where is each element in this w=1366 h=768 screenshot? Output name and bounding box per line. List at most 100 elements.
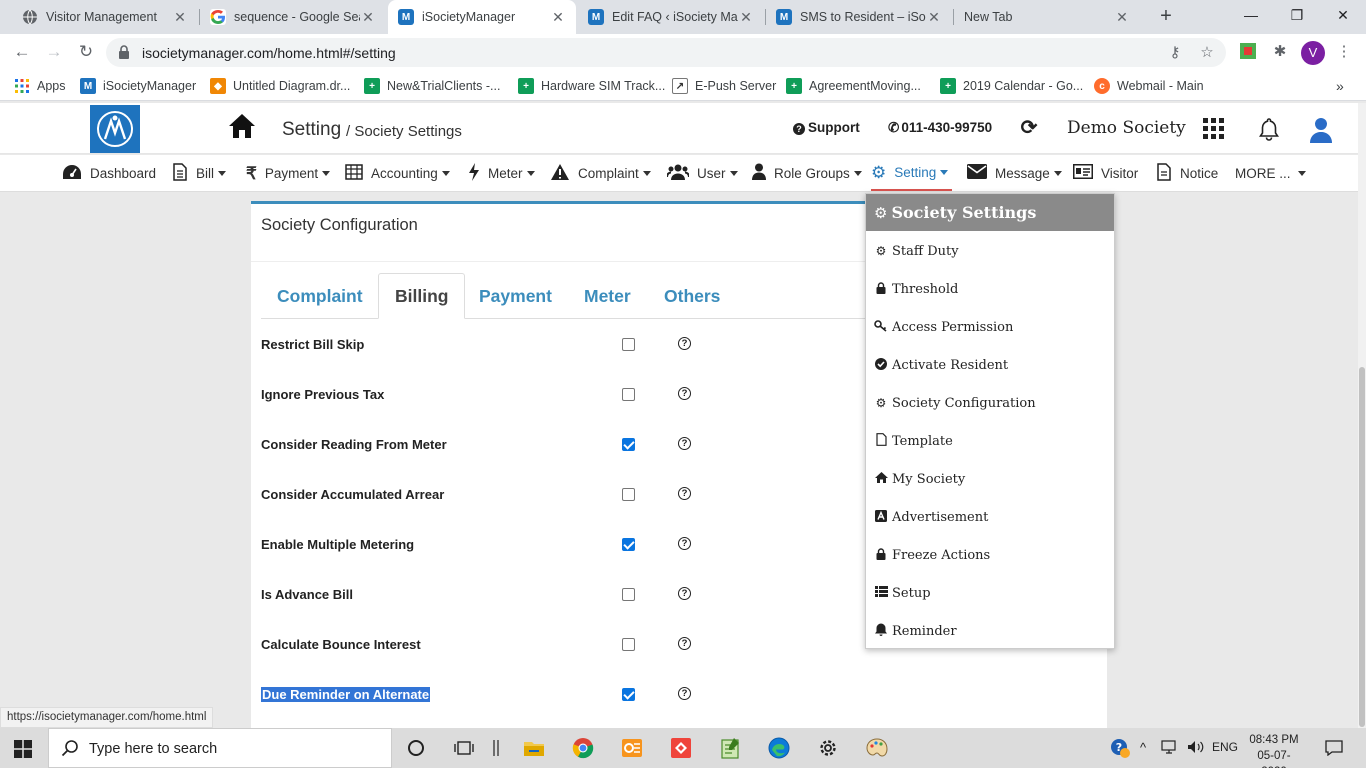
nav-setting[interactable]: ⚙ Setting	[871, 155, 953, 191]
nav-user[interactable]: User	[666, 155, 738, 191]
tab-billing[interactable]: Billing	[378, 273, 466, 319]
tab-meter[interactable]: Meter	[568, 273, 647, 319]
menu-item-activate-resident[interactable]: Activate Resident	[874, 354, 1008, 376]
bookmark-item[interactable]: + Hardware SIM Track...	[518, 76, 665, 96]
nav-dashboard[interactable]: Dashboard	[62, 155, 156, 191]
setting-checkbox[interactable]	[622, 638, 635, 651]
minimize-icon[interactable]: —	[1228, 0, 1274, 30]
close-icon[interactable]: ✕	[1114, 9, 1130, 26]
help-icon[interactable]: ?	[678, 487, 691, 500]
new-tab-button[interactable]: +	[1154, 4, 1178, 28]
volume-icon[interactable]	[1187, 740, 1205, 757]
browser-tab[interactable]: M Edit FAQ ‹ iSociety Man ✕	[578, 0, 764, 34]
menu-item-freeze-actions[interactable]: Freeze Actions	[874, 544, 990, 566]
language-indicator[interactable]: ENG	[1212, 740, 1238, 754]
back-icon[interactable]: ←	[10, 40, 34, 64]
bookmark-item[interactable]: + New&TrialClients -...	[364, 76, 500, 96]
setting-checkbox[interactable]	[622, 438, 635, 451]
taskbar-search[interactable]: Type here to search	[48, 728, 392, 768]
help-shield-icon[interactable]: ?	[1108, 736, 1132, 760]
setting-checkbox[interactable]	[622, 688, 635, 701]
bell-icon[interactable]	[1258, 117, 1280, 141]
bookmark-star-icon[interactable]: ☆	[1198, 44, 1216, 62]
bookmark-apps[interactable]: Apps	[14, 76, 66, 96]
notepad-icon[interactable]	[718, 736, 742, 760]
window-close-icon[interactable]: ✕	[1320, 0, 1366, 30]
bookmark-item[interactable]: M iSocietyManager	[80, 76, 196, 96]
page-scrollbar[interactable]	[1358, 103, 1366, 728]
nav-meter[interactable]: Meter	[468, 155, 535, 191]
nav-notice[interactable]: Notice	[1156, 155, 1218, 191]
extension-icon[interactable]	[1238, 42, 1258, 62]
close-icon[interactable]: ✕	[738, 9, 754, 26]
close-icon[interactable]: ✕	[172, 9, 188, 26]
menu-item-society-configuration[interactable]: ⚙ Society Configuration	[874, 392, 1036, 414]
nav-accounting[interactable]: Accounting	[345, 155, 450, 191]
chrome-icon[interactable]	[571, 736, 595, 760]
scrollbar-thumb[interactable]	[1359, 367, 1365, 727]
network-icon[interactable]	[1160, 740, 1178, 757]
setting-checkbox[interactable]	[622, 588, 635, 601]
setting-checkbox[interactable]	[622, 388, 635, 401]
browser-tab[interactable]: M SMS to Resident – iSoci ✕	[766, 0, 952, 34]
isociety-logo[interactable]	[90, 105, 140, 153]
task-view-icon[interactable]	[452, 736, 476, 760]
outlook-icon[interactable]	[620, 736, 644, 760]
edge-icon[interactable]	[767, 736, 791, 760]
user-avatar-icon[interactable]	[1310, 117, 1332, 143]
help-icon[interactable]: ?	[678, 637, 691, 650]
nav-payment[interactable]: ₹ Payment	[246, 155, 331, 191]
setting-checkbox[interactable]	[622, 338, 635, 351]
help-icon[interactable]: ?	[678, 687, 691, 700]
cortana-icon[interactable]	[404, 736, 428, 760]
tab-others[interactable]: Others	[648, 273, 736, 319]
menu-item-threshold[interactable]: Threshold	[874, 278, 958, 300]
address-bar[interactable]: isocietymanager.com/home.html#/setting ⚷…	[106, 38, 1226, 67]
menu-kebab-icon[interactable]: ⋮	[1334, 42, 1354, 62]
menu-item-staff-duty[interactable]: ⚙ Staff Duty	[874, 240, 959, 262]
menu-item-access-permission[interactable]: Access Permission	[874, 316, 1013, 338]
bookmark-item[interactable]: + AgreementMoving...	[786, 76, 921, 96]
puzzle-icon[interactable]: ✱	[1270, 42, 1290, 62]
paint-icon[interactable]	[865, 736, 889, 760]
nav-more[interactable]: MORE ...	[1235, 155, 1306, 191]
apps-grid-icon[interactable]	[1203, 118, 1224, 139]
browser-tab[interactable]: New Tab ✕	[954, 0, 1140, 34]
setting-checkbox[interactable]	[622, 488, 635, 501]
forward-icon[interactable]: →	[42, 40, 66, 64]
home-icon[interactable]	[228, 113, 256, 139]
close-icon[interactable]: ✕	[926, 9, 942, 26]
bookmark-item[interactable]: + 2019 Calendar - Go...	[940, 76, 1083, 96]
anydesk-icon[interactable]	[669, 736, 693, 760]
menu-item-advertisement[interactable]: Advertisement	[874, 506, 988, 528]
settings-gear-icon[interactable]	[816, 736, 840, 760]
file-explorer-icon[interactable]	[522, 736, 546, 760]
restore-icon[interactable]: ❐	[1274, 0, 1320, 30]
browser-tab-active[interactable]: M iSocietyManager ✕	[388, 0, 576, 34]
key-icon[interactable]: ⚷	[1166, 44, 1184, 62]
browser-tab[interactable]: Visitor Management ✕	[12, 0, 198, 34]
close-icon[interactable]: ✕	[550, 9, 566, 26]
menu-item-setup[interactable]: Setup	[874, 582, 931, 604]
windows-start-icon[interactable]	[14, 740, 32, 758]
bookmark-item[interactable]: ↗ E-Push Server	[672, 76, 776, 96]
menu-item-my-society[interactable]: My Society	[874, 468, 965, 490]
browser-tab[interactable]: sequence - Google Sear ✕	[200, 0, 386, 34]
society-name[interactable]: Demo Society	[1067, 118, 1186, 138]
phone-link[interactable]: ✆ 011-430-99750	[888, 120, 992, 136]
support-link[interactable]: ? Support	[793, 120, 860, 135]
bookmark-item[interactable]: ◆ Untitled Diagram.dr...	[210, 76, 350, 96]
taskbar-clock[interactable]: 08:43 PM 05-07-2020	[1246, 732, 1302, 768]
nav-message[interactable]: Message	[967, 155, 1062, 191]
reload-icon[interactable]: ↻	[74, 40, 98, 64]
setting-checkbox[interactable]	[622, 538, 635, 551]
menu-item-reminder[interactable]: Reminder	[874, 620, 957, 642]
close-icon[interactable]: ✕	[360, 9, 376, 26]
nav-role-groups[interactable]: Role Groups	[752, 155, 862, 191]
help-icon[interactable]: ?	[678, 387, 691, 400]
menu-item-template[interactable]: Template	[874, 430, 953, 452]
nav-bill[interactable]: Bill	[172, 155, 227, 191]
bookmarks-overflow-icon[interactable]: »	[1336, 76, 1344, 96]
nav-complaint[interactable]: Complaint	[550, 155, 651, 191]
nav-visitor[interactable]: Visitor	[1073, 155, 1138, 191]
